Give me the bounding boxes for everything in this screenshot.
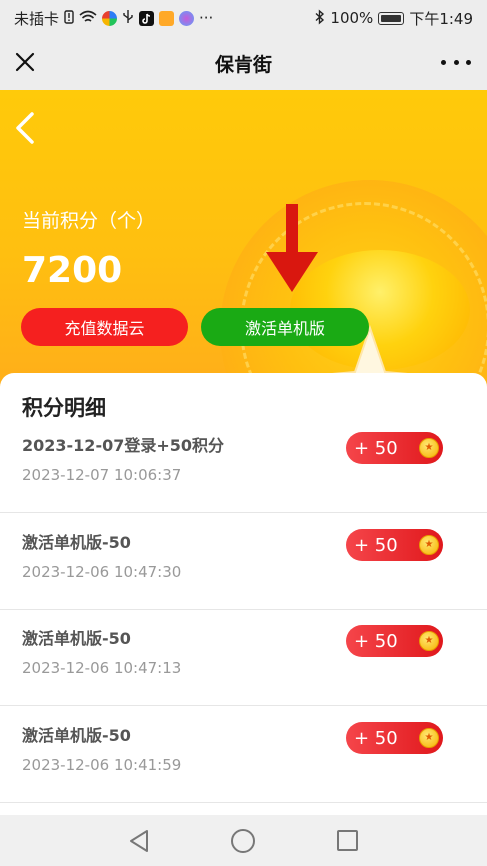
carrier-label: 未插卡 (14, 9, 60, 28)
points-badge: + 50 (346, 529, 443, 561)
more-options-icon[interactable] (441, 50, 471, 74)
coin-icon (419, 728, 439, 748)
points-amount: + 50 (354, 437, 398, 459)
alert-icon (64, 9, 74, 27)
points-amount: + 50 (354, 727, 398, 749)
list-item[interactable]: 2023-12-07登录+50积分 2023-12-07 10:06:37 + … (0, 416, 487, 513)
coin-icon (419, 438, 439, 458)
title-bar: 保肯街 (0, 36, 487, 90)
nav-back-icon[interactable] (128, 829, 150, 853)
record-title: 激活单机版-50 (22, 533, 131, 552)
record-title: 激活单机版-50 (22, 629, 131, 648)
more-icon: ··· (199, 9, 214, 27)
recharge-button[interactable]: 充值数据云 (21, 308, 188, 346)
system-nav-bar (0, 815, 487, 866)
battery-icon (378, 11, 405, 25)
record-time: 2023-12-07 10:06:37 (22, 466, 182, 484)
activate-button[interactable]: 激活单机版 (201, 308, 369, 346)
record-title: 激活单机版-50 (22, 726, 131, 745)
list-item[interactable]: 激活单机版-50 2023-12-06 10:47:13 + 50 (0, 609, 487, 706)
points-label: 当前积分（个） (22, 210, 156, 232)
list-item[interactable]: 激活单机版-50 2023-12-06 10:47:30 + 50 (0, 513, 487, 610)
red-arrow-icon (262, 202, 322, 294)
app-icon (102, 10, 118, 26)
points-value: 7200 (22, 250, 123, 291)
app-icon (159, 10, 175, 26)
coin-icon (419, 535, 439, 555)
record-time: 2023-12-06 10:41:59 (22, 756, 182, 774)
page-title: 保肯街 (214, 53, 272, 76)
coin-icon (419, 631, 439, 651)
tiktok-icon (139, 10, 155, 26)
points-badge: + 50 (346, 625, 443, 657)
back-arrow-icon[interactable] (10, 108, 40, 148)
status-right: 100% 下午1:49 (315, 8, 473, 29)
wifi-icon (79, 10, 97, 27)
record-title: 2023-12-07登录+50积分 (22, 436, 225, 455)
bluetooth-icon (315, 8, 325, 28)
points-detail-card: 积分明细 2023-12-07登录+50积分 2023-12-07 10:06:… (0, 373, 487, 815)
points-badge: + 50 (346, 722, 443, 754)
status-left: 未插卡 ··· (14, 8, 213, 29)
nav-home-icon[interactable] (231, 829, 255, 853)
points-hero: 当前积分（个） 7200 充值数据云 激活单机版 (0, 90, 487, 390)
points-amount: + 50 (354, 534, 398, 556)
record-time: 2023-12-06 10:47:30 (22, 563, 182, 581)
usb-icon (122, 9, 134, 27)
nav-recent-apps-icon[interactable] (337, 830, 358, 851)
clock: 下午1:49 (409, 9, 473, 28)
points-amount: + 50 (354, 630, 398, 652)
battery-percent: 100% (330, 9, 374, 27)
status-bar: 未插卡 ··· 100% 下午1:49 (0, 0, 487, 36)
close-icon[interactable] (12, 49, 38, 75)
app-icon (179, 10, 195, 26)
points-badge: + 50 (346, 432, 443, 464)
list-item[interactable]: 激活单机版-50 2023-12-06 10:41:59 + 50 (0, 706, 487, 803)
record-time: 2023-12-06 10:47:13 (22, 659, 182, 677)
